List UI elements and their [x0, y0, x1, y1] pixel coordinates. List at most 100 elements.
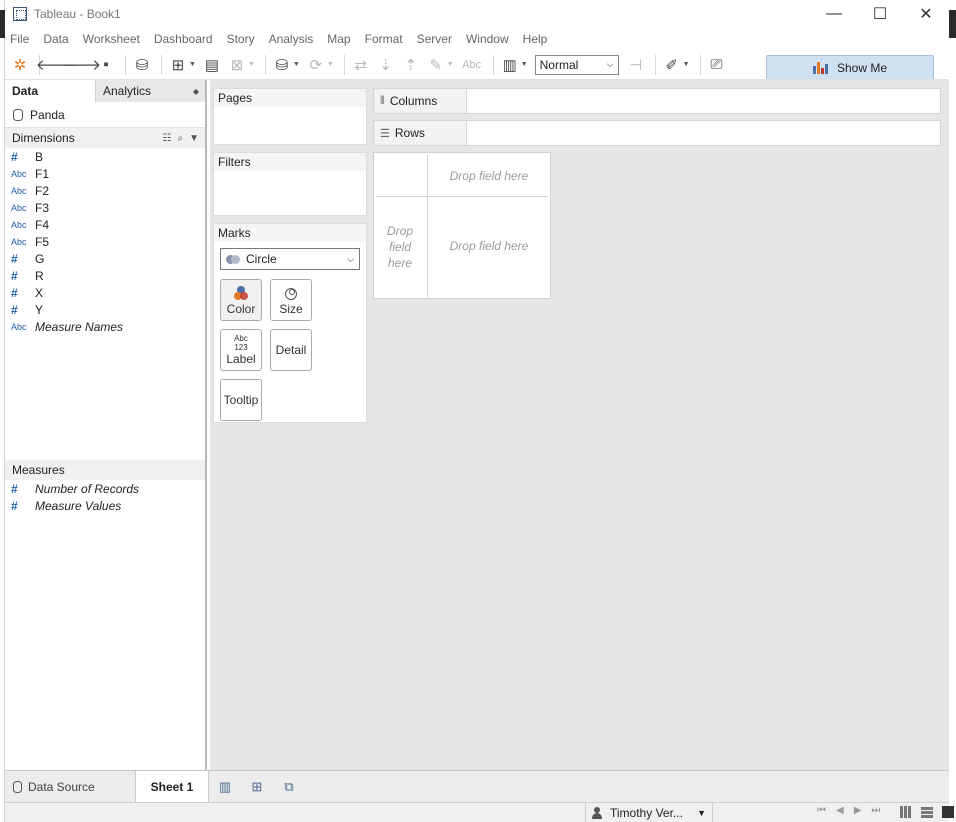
marks-card-title: Marks [214, 224, 366, 242]
field-item[interactable]: # R [5, 267, 205, 284]
last-sheet-icon[interactable]: ⏭ [871, 805, 880, 816]
rows-shelf[interactable]: ☰ Rows [373, 120, 941, 146]
maximize-button[interactable]: ☐ [857, 0, 903, 28]
redo-icon[interactable]: 🡒 [61, 54, 101, 76]
chevron-down-icon[interactable]: ▼ [327, 61, 334, 68]
menu-server[interactable]: Server [417, 32, 452, 46]
tab-analytics[interactable]: Analytics ◆ [95, 80, 205, 102]
pause-updates-icon[interactable]: ⛁ [271, 54, 293, 76]
chevron-down-icon[interactable]: ▼ [189, 133, 199, 144]
menu-window[interactable]: Window [466, 32, 509, 46]
label-icon: Abc 123 [234, 334, 248, 352]
sheet-sorter-icon[interactable] [921, 806, 933, 818]
datasource-item[interactable]: Panda [5, 102, 205, 128]
size-label: Size [279, 302, 303, 316]
new-story-icon[interactable]: ⧉ [273, 771, 305, 802]
minimize-button[interactable]: — [811, 0, 857, 28]
field-item[interactable]: Abc F4 [5, 216, 205, 233]
show-labels-icon[interactable]: Abc [459, 54, 485, 76]
tabs-view-icon[interactable] [942, 806, 954, 818]
swap-icon[interactable]: ⇄ [350, 54, 372, 76]
field-item[interactable]: # Measure Values [5, 497, 205, 514]
chevron-down-icon[interactable]: ▼ [521, 61, 528, 68]
menu-worksheet[interactable]: Worksheet [83, 32, 140, 46]
filters-drop-area[interactable] [214, 171, 366, 215]
tab-data-source[interactable]: Data Source [5, 771, 136, 802]
search-icon[interactable]: ⌕ [177, 133, 183, 144]
tableau-logo-icon[interactable]: ✲ [9, 54, 31, 76]
duplicate-sheet-icon[interactable]: ▤ [201, 54, 223, 76]
new-dashboard-icon[interactable]: ⊞ [241, 771, 273, 802]
previous-sheet-icon[interactable]: ◀ [836, 805, 844, 816]
chevron-down-icon[interactable]: ▼ [189, 61, 196, 68]
color-button[interactable]: Color [220, 279, 262, 321]
menu-format[interactable]: Format [365, 32, 403, 46]
menu-data[interactable]: Data [43, 32, 68, 46]
highlight-icon[interactable]: ✎ [425, 54, 447, 76]
columns-shelf[interactable]: ⦀ Columns [373, 88, 941, 114]
menu-map[interactable]: Map [327, 32, 350, 46]
drop-zone-columns[interactable]: Drop field here [434, 169, 544, 183]
field-item[interactable]: # B [5, 148, 205, 165]
next-sheet-icon[interactable]: ▶ [854, 805, 862, 816]
fit-select[interactable]: Normal ⌵ [534, 54, 619, 75]
chevron-down-icon[interactable]: ▼ [683, 61, 690, 68]
new-datasource-icon[interactable]: ⛁ [131, 54, 153, 76]
field-name: F5 [35, 234, 50, 249]
pages-card[interactable]: Pages [213, 88, 367, 145]
drop-zone-center[interactable]: Drop field here [434, 239, 544, 253]
user-menu[interactable]: Timothy Ver... ▼ [585, 803, 713, 822]
chevron-down-icon[interactable]: ▼ [447, 61, 454, 68]
detail-button[interactable]: Detail [270, 329, 312, 371]
field-item[interactable]: # Y [5, 301, 205, 318]
circle-mark-icon [226, 254, 240, 264]
menu-help[interactable]: Help [523, 32, 548, 46]
new-worksheet-icon[interactable]: ⊞ [167, 54, 189, 76]
sort-ascending-icon[interactable]: ⇣ [375, 54, 397, 76]
field-item[interactable]: # G [5, 250, 205, 267]
menu-analysis[interactable]: Analysis [269, 32, 314, 46]
drop-zone-rows[interactable]: Drop field here [380, 223, 420, 271]
tooltip-button[interactable]: Tooltip [220, 379, 262, 421]
chevron-down-icon[interactable]: ▼ [248, 61, 255, 68]
size-button[interactable]: Size [270, 279, 312, 321]
sort-descending-icon[interactable]: ⇡ [400, 54, 422, 76]
field-item[interactable]: Abc F5 [5, 233, 205, 250]
pages-card-title: Pages [214, 89, 366, 107]
annotate-icon[interactable]: ✐ [661, 54, 683, 76]
fix-axes-icon[interactable]: ⊣ [625, 54, 647, 76]
first-sheet-icon[interactable]: ⏮ [817, 805, 826, 816]
chart-type-icon[interactable]: ▥ [499, 54, 521, 76]
pages-drop-area[interactable] [214, 107, 366, 144]
view-canvas[interactable]: Drop field here Drop field here Drop fie… [373, 152, 551, 299]
tab-sheet-1[interactable]: Sheet 1 [136, 771, 209, 802]
presentation-mode-icon[interactable]: ⎚ [706, 54, 728, 76]
show-me-button[interactable]: Show Me [766, 55, 934, 79]
field-item[interactable]: # Number of Records [5, 480, 205, 497]
menu-file[interactable]: File [10, 32, 29, 46]
measures-label: Measures [12, 463, 65, 477]
filmstrip-view-icon[interactable] [900, 806, 912, 818]
refresh-icon[interactable]: ⟳ [305, 54, 327, 76]
menu-story[interactable]: Story [227, 32, 255, 46]
save-icon[interactable]: ▪ [95, 54, 117, 76]
chevron-down-icon[interactable]: ▼ [293, 61, 300, 68]
field-item[interactable]: Abc F2 [5, 182, 205, 199]
columns-icon: ⦀ [380, 94, 385, 107]
filters-card[interactable]: Filters [213, 152, 367, 216]
mark-type-select[interactable]: Circle ⌵ [220, 248, 360, 270]
collapse-icon[interactable]: ◆ [193, 87, 199, 96]
menu-dashboard[interactable]: Dashboard [154, 32, 213, 46]
field-item[interactable]: Abc Measure Names [5, 318, 205, 335]
field-item[interactable]: Abc F1 [5, 165, 205, 182]
view-list-icon[interactable]: ☷ [163, 133, 172, 144]
new-worksheet-icon[interactable]: ▥ [209, 771, 241, 802]
clear-sheet-icon[interactable]: ⊠ [226, 54, 248, 76]
field-item[interactable]: # X [5, 284, 205, 301]
label-button[interactable]: Abc 123 Label [220, 329, 262, 371]
tab-data[interactable]: Data [5, 80, 95, 102]
toolbar-separator [699, 54, 701, 75]
sheet-tabs-bar: Data Source Sheet 1 ▥ ⊞ ⧉ [5, 770, 949, 802]
close-button[interactable]: ✕ [903, 0, 949, 28]
field-item[interactable]: Abc F3 [5, 199, 205, 216]
